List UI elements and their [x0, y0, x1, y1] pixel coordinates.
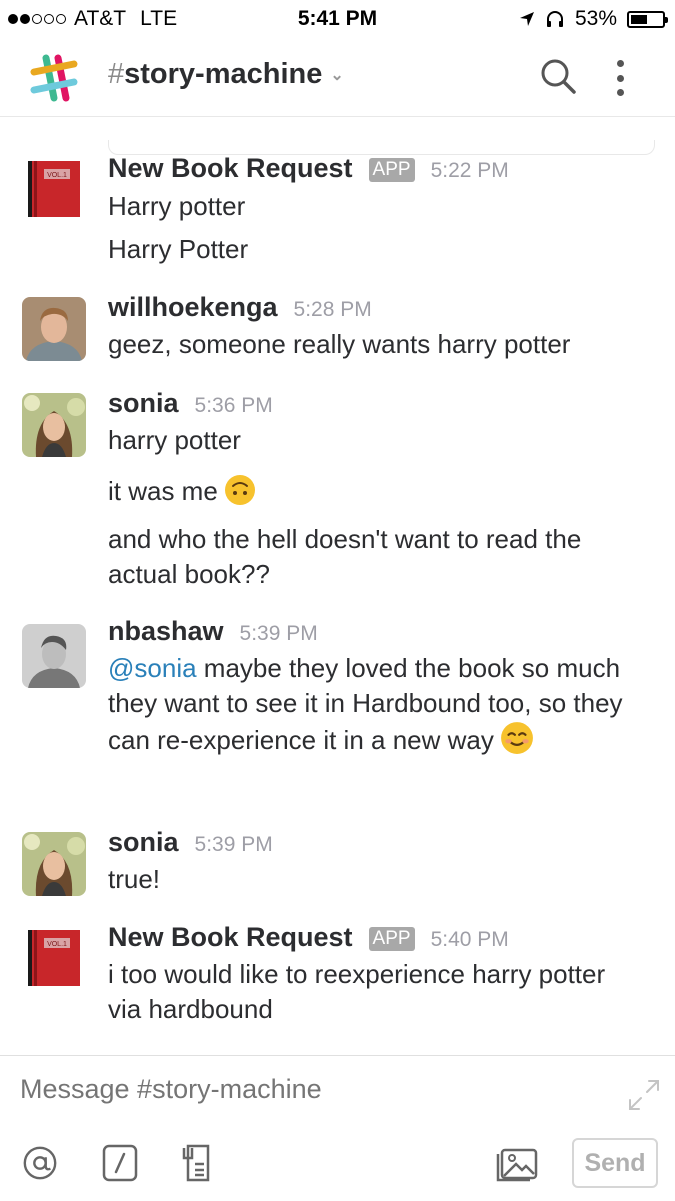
- more-options-icon[interactable]: [605, 56, 635, 100]
- message-timestamp: 5:40 PM: [430, 928, 509, 951]
- smiling-face-emoji-icon: [500, 722, 533, 754]
- expand-icon[interactable]: [627, 1078, 661, 1112]
- location-arrow-icon: [519, 12, 534, 26]
- message-timestamp: 5:28 PM: [293, 298, 372, 321]
- user-avatar-willhoekenga[interactable]: [22, 297, 86, 361]
- user-avatar-sonia[interactable]: [22, 832, 86, 896]
- svg-text:VOL.1: VOL.1: [47, 172, 67, 179]
- message-text: geez, someone really wants harry potter: [108, 329, 571, 359]
- message-timestamp: 5:22 PM: [430, 159, 509, 182]
- message-text: harry potter: [108, 425, 241, 455]
- message-author[interactable]: New Book Request: [108, 153, 353, 184]
- battery-percent: 53%: [574, 7, 617, 30]
- snippet-icon[interactable]: [180, 1144, 216, 1182]
- channel-hash: #: [108, 58, 125, 90]
- message-timestamp: 5:39 PM: [194, 833, 273, 856]
- user-mention-link[interactable]: @sonia: [108, 653, 197, 683]
- message-author[interactable]: sonia: [108, 827, 179, 858]
- search-icon[interactable]: [538, 56, 578, 96]
- message-composer: Send: [0, 1055, 675, 1201]
- channel-header: #story-machine ⌄: [0, 38, 675, 155]
- message-input[interactable]: [20, 1074, 580, 1105]
- user-avatar-nbashaw[interactable]: [22, 624, 86, 688]
- at-mention-icon[interactable]: [20, 1144, 60, 1182]
- slack-logo-icon[interactable]: [28, 52, 80, 104]
- upside-down-face-emoji-icon: [224, 475, 255, 505]
- send-button[interactable]: Send: [572, 1138, 658, 1188]
- message-text: true!: [108, 864, 161, 894]
- svg-text:VOL.1: VOL.1: [47, 941, 67, 948]
- chevron-down-icon: ⌄: [330, 67, 344, 85]
- photo-upload-icon[interactable]: [494, 1144, 540, 1182]
- headphones-icon: [546, 11, 563, 27]
- message-list[interactable]: VOL.1 New Book Request APP 5:22 PM Harry…: [0, 117, 675, 1055]
- message-text: Harry Potter: [108, 234, 249, 264]
- user-avatar-sonia[interactable]: [22, 393, 86, 457]
- app-badge: APP: [368, 158, 415, 182]
- message-author[interactable]: sonia: [108, 388, 179, 419]
- app-badge: APP: [368, 927, 415, 951]
- red-book-icon[interactable]: VOL.1: [22, 926, 86, 990]
- message-author[interactable]: New Book Request: [108, 922, 353, 953]
- message-timestamp: 5:39 PM: [239, 622, 318, 645]
- message-text: it was me: [108, 474, 648, 509]
- channel-name: story-machine: [124, 58, 323, 90]
- message-text: i too would like to reexperience harry p…: [108, 959, 606, 1024]
- message-text: Harry potter: [108, 191, 246, 221]
- red-book-icon[interactable]: VOL.1: [22, 157, 86, 221]
- slash-command-icon[interactable]: [102, 1144, 138, 1182]
- message-text: and who the hell doesn't want to read th…: [108, 524, 582, 589]
- message-timestamp: 5:36 PM: [194, 394, 273, 417]
- message-author[interactable]: nbashaw: [108, 616, 224, 647]
- status-bar: AT&T LTE 5:41 PM 53%: [0, 0, 675, 38]
- message-text: @sonia maybe they loved the book so much…: [108, 651, 638, 791]
- channel-title[interactable]: #story-machine ⌄: [108, 58, 344, 91]
- battery-icon: [627, 10, 668, 28]
- message-text-span: it was me: [108, 476, 218, 506]
- message-author[interactable]: willhoekenga: [108, 292, 278, 323]
